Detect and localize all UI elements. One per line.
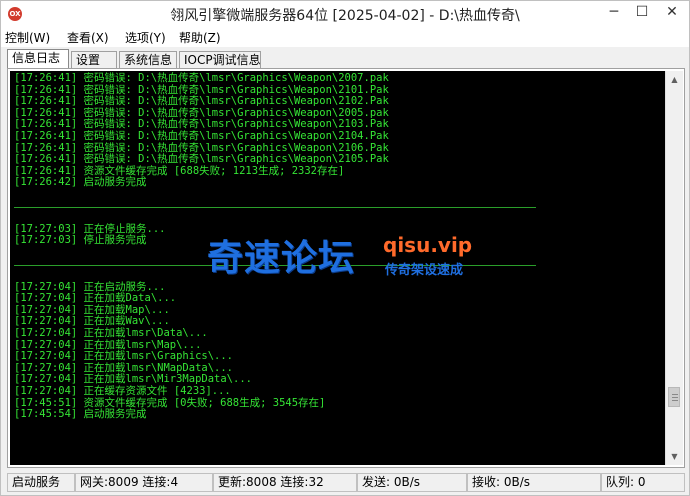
status-queue: 队列: 0 (601, 473, 685, 492)
log-line: [17:45:54] 启动服务完成 (14, 408, 147, 421)
status-send: 发送: 0B/s (357, 473, 467, 492)
log-line: [17:26:41] 密码错误: D:\热血传奇\lmsr\Graphics\W… (14, 72, 389, 84)
status-bar: 启动服务 网关:8009 连接:4 更新:8008 连接:32 发送: 0B/s… (7, 473, 685, 493)
tab-settings[interactable]: 设置 (71, 51, 117, 68)
status-service: 启动服务 (7, 473, 75, 492)
menu-bar: 控制(W) 查看(X) 选项(Y) 帮助(Z) (1, 27, 689, 47)
log-line: [17:26:41] 密码错误: D:\热血传奇\lmsr\Graphics\W… (14, 129, 389, 142)
log-scrollbar[interactable]: ▲ ▼ (665, 71, 683, 465)
log-line: [17:27:04] 正在缓存资源文件 [4233]... (14, 385, 231, 398)
log-line: [17:27:03] 停止服务完成 (14, 234, 147, 247)
log-line: [17:26:42] 启动服务完成 (14, 176, 147, 189)
menu-options[interactable]: 选项(Y) (125, 29, 166, 46)
menu-control[interactable]: 控制(W) (5, 29, 50, 46)
status-update: 更新:8008 连接:32 (213, 473, 357, 492)
log-separator (14, 201, 536, 213)
maximize-button[interactable]: ☐ (627, 1, 657, 23)
log-line: [17:27:04] 正在加载lmsr\Data\... (14, 327, 208, 340)
tab-system-info[interactable]: 系统信息 (119, 51, 177, 68)
status-receive: 接收: 0B/s (467, 473, 601, 492)
log-text: [17:26:41] 密码错误: D:\热血传奇\lmsr\Graphics\W… (14, 72, 536, 421)
scroll-up-icon[interactable]: ▲ (666, 71, 683, 88)
app-window: OX 翎风引擎微端服务器64位 [2025-04-02] - D:\热血传奇\ … (0, 0, 690, 496)
log-separator (14, 259, 536, 271)
minimize-button[interactable]: ─ (599, 1, 629, 23)
log-line: [17:26:41] 密码错误: D:\热血传奇\lmsr\Graphics\W… (14, 153, 389, 166)
title-bar[interactable]: OX 翎风引擎微端服务器64位 [2025-04-02] - D:\热血传奇\ … (1, 1, 689, 27)
window-title: 翎风引擎微端服务器64位 [2025-04-02] - D:\热血传奇\ (170, 8, 520, 24)
menu-view[interactable]: 查看(X) (67, 29, 109, 46)
log-console[interactable]: [17:26:41] 密码错误: D:\热血传奇\lmsr\Graphics\W… (10, 71, 665, 465)
status-gateway: 网关:8009 连接:4 (75, 473, 213, 492)
tab-info-log[interactable]: 信息日志 (7, 49, 69, 69)
scroll-down-icon[interactable]: ▼ (666, 448, 683, 465)
close-button[interactable]: ✕ (656, 1, 688, 23)
scroll-thumb[interactable] (668, 387, 680, 408)
menu-help[interactable]: 帮助(Z) (179, 29, 221, 46)
tab-iocp-debug[interactable]: IOCP调试信息 (179, 51, 261, 68)
